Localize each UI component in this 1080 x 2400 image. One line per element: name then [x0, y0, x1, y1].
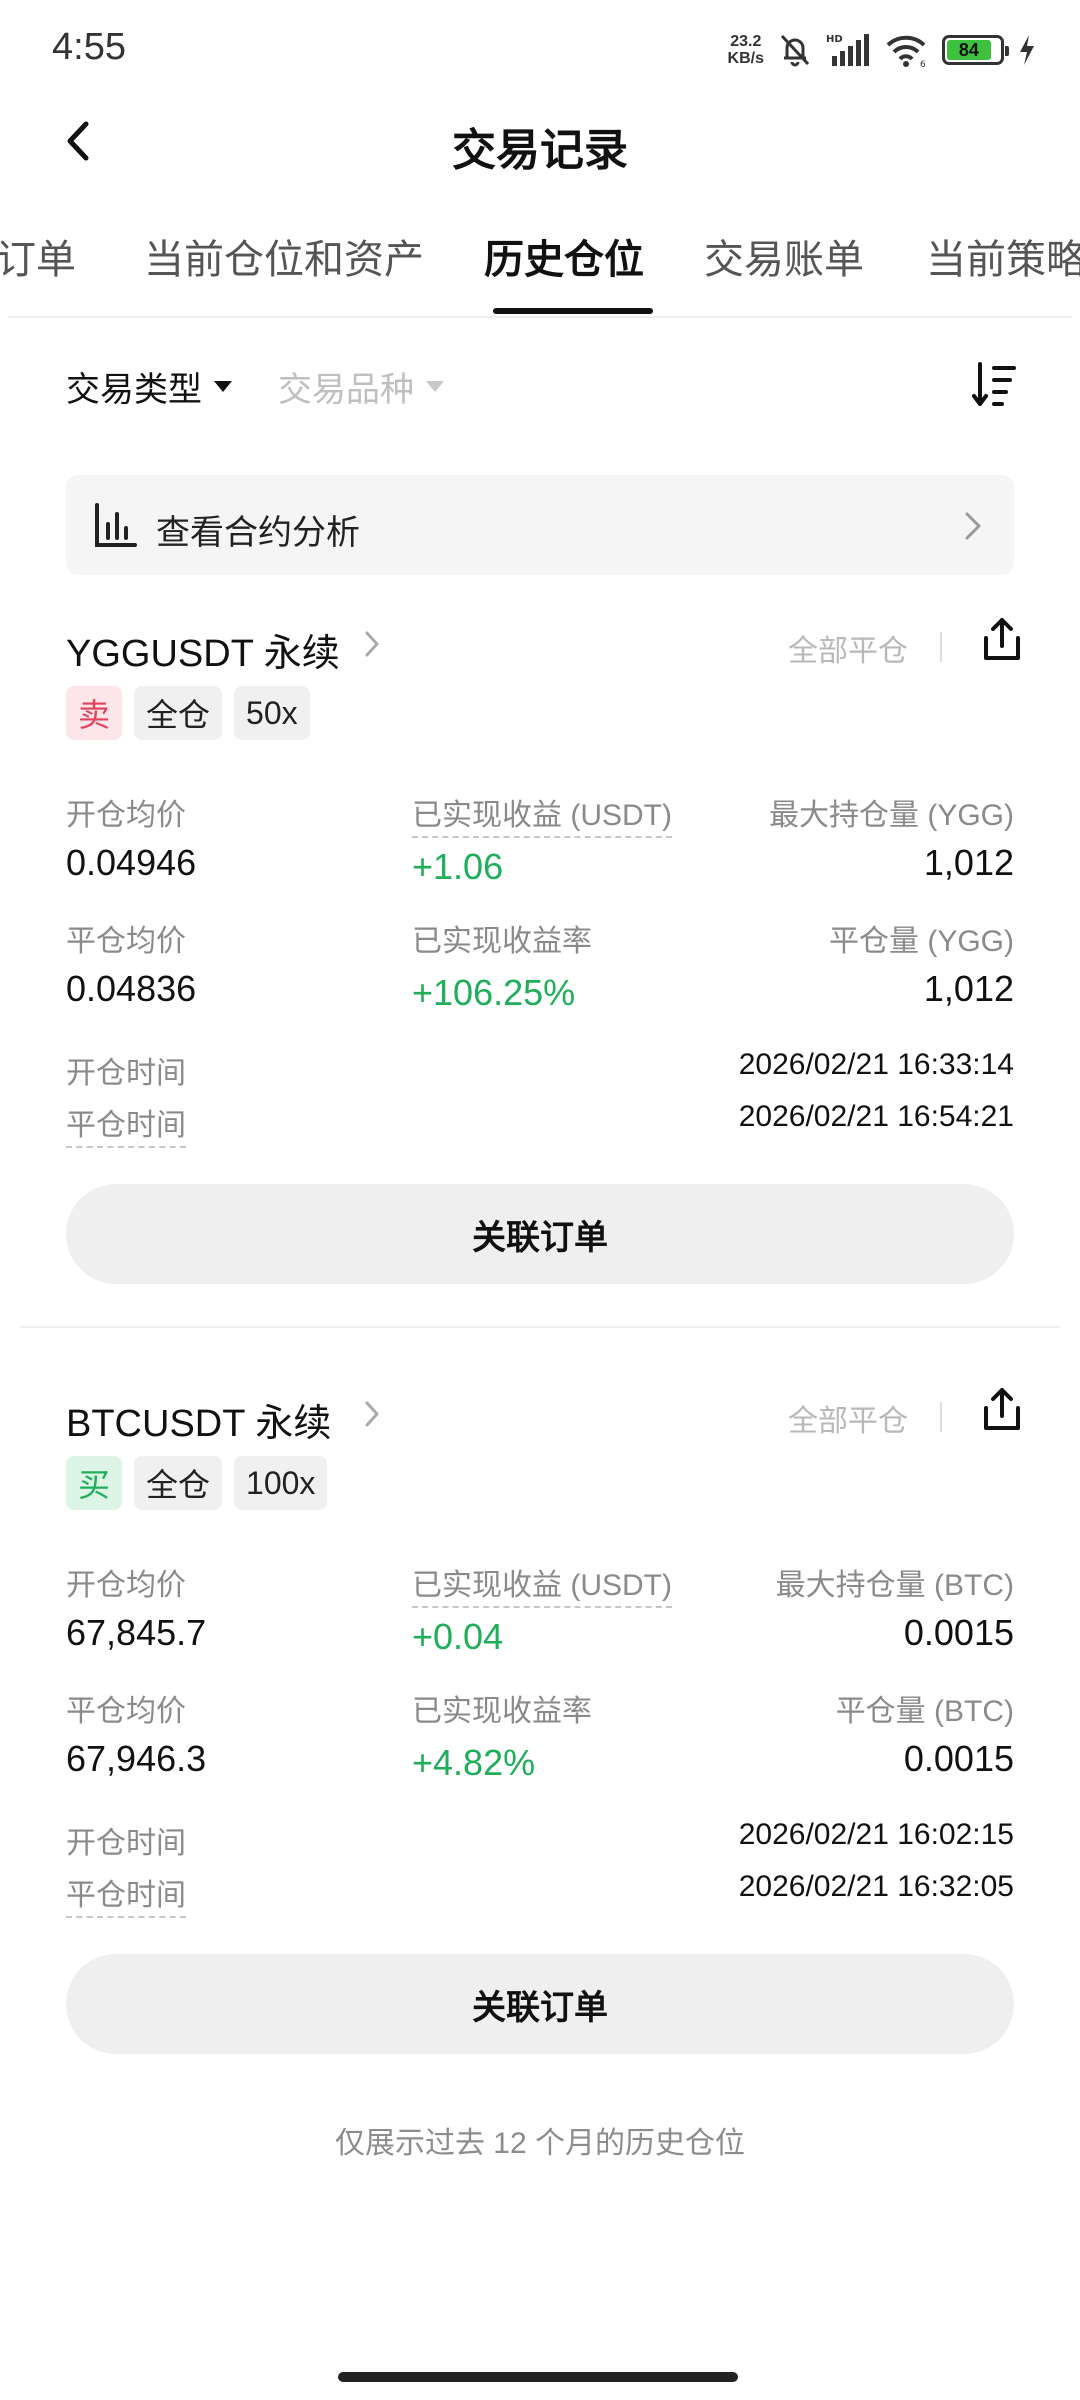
share-icon[interactable]: [982, 1386, 1022, 1432]
tab-bar: 订单 当前仓位和资产 历史仓位 交易账单 当前策略: [0, 215, 1080, 317]
chevron-right-icon: [965, 512, 981, 540]
open-avg-value: 67,845.7: [66, 1612, 207, 1653]
caret-down-icon: [214, 381, 232, 392]
position-symbol[interactable]: BTCUSDT 永续: [66, 1392, 331, 1447]
realized-pnl-label[interactable]: 已实现收益 (USDT): [412, 1560, 672, 1608]
open-time-label: 开仓时间: [66, 1827, 186, 1860]
home-indicator[interactable]: [338, 2372, 738, 2382]
open-avg-label: 开仓均价: [66, 799, 186, 832]
margin-mode-badge: 全仓: [134, 686, 223, 740]
trade-type-label: 交易类型: [66, 371, 202, 409]
close-qty-value: 1,012: [923, 968, 1014, 1009]
close-avg-label: 平仓均价: [66, 1695, 186, 1728]
leverage-badge: 50x: [234, 686, 310, 740]
close-time-label[interactable]: 平仓时间: [66, 1870, 186, 1918]
close-avg-value: 0.04836: [66, 968, 197, 1009]
status-time: 4:55: [52, 26, 126, 68]
close-avg-label: 平仓均价: [66, 925, 186, 958]
max-hold-label: 最大持仓量 (YGG): [769, 799, 1014, 832]
tab-history-positions[interactable]: 历史仓位: [484, 227, 644, 285]
close-qty-label: 平仓量 (BTC): [835, 1695, 1014, 1728]
trade-type-filter[interactable]: 交易类型: [66, 362, 232, 411]
tab-current-strategy[interactable]: 当前策略: [926, 227, 1080, 285]
side-badge: 买: [66, 1456, 123, 1510]
page-title: 交易记录: [452, 126, 628, 175]
svg-text:6: 6: [920, 60, 926, 68]
realized-pnl-label[interactable]: 已实现收益 (USDT): [412, 790, 672, 838]
history-footer-note: 仅展示过去 12 个月的历史仓位: [334, 2127, 746, 2160]
position-symbol[interactable]: YGGUSDT 永续: [66, 622, 340, 677]
charging-icon: [1020, 35, 1034, 65]
card-divider: [20, 1326, 1060, 1328]
close-time-value: 2026/02/21 16:32:05: [738, 1870, 1014, 1903]
chevron-right-icon[interactable]: [364, 1400, 380, 1428]
open-avg-value: 0.04946: [66, 842, 197, 883]
realized-pnl-value: +0.04: [412, 1616, 504, 1657]
close-avg-value: 67,946.3: [66, 1738, 207, 1779]
close-time-label[interactable]: 平仓时间: [66, 1100, 186, 1148]
related-orders-button[interactable]: 关联订单: [66, 1954, 1014, 2054]
close-qty-label: 平仓量 (YGG): [829, 925, 1014, 958]
contract-analysis-banner[interactable]: 查看合约分析: [66, 475, 1014, 575]
max-hold-label: 最大持仓量 (BTC): [775, 1569, 1014, 1602]
realized-rate-value: +106.25%: [412, 972, 576, 1013]
hd-signal-icon: HD: [826, 34, 869, 66]
bar-chart-icon: [95, 503, 137, 547]
realized-rate-value: +4.82%: [412, 1742, 536, 1783]
realized-rate-label: 已实现收益率: [412, 1695, 592, 1728]
position-tags: 买 全仓 100x: [66, 1456, 328, 1510]
battery-icon: 84: [942, 35, 1009, 65]
divider: [940, 1402, 942, 1432]
tab-positions-assets[interactable]: 当前仓位和资产: [144, 227, 424, 285]
filter-bar: 交易类型 交易品种: [0, 350, 1080, 420]
tab-trade-bills[interactable]: 交易账单: [704, 227, 864, 285]
tab-orders[interactable]: 订单: [0, 227, 76, 285]
open-avg-label: 开仓均价: [66, 1569, 186, 1602]
battery-level: 84: [947, 40, 991, 60]
share-icon[interactable]: [982, 616, 1022, 662]
leverage-badge: 100x: [234, 1456, 328, 1510]
tabs-divider: [8, 316, 1072, 318]
close-time-value: 2026/02/21 16:54:21: [738, 1100, 1014, 1133]
realized-pnl-value: +1.06: [412, 846, 504, 887]
svg-text:HD: HD: [826, 34, 843, 45]
wifi-icon: 6: [886, 35, 926, 68]
position-tags: 卖 全仓 50x: [66, 686, 310, 740]
chevron-right-icon[interactable]: [364, 630, 380, 658]
trade-symbol-label: 交易品种: [278, 371, 414, 409]
tab-indicator: [493, 308, 653, 314]
header: 交易记录: [0, 96, 1080, 186]
net-speed: 23.2 KB/s: [728, 33, 764, 67]
net-speed-unit: KB/s: [727, 50, 764, 67]
sort-icon[interactable]: [972, 360, 1018, 410]
trade-symbol-filter[interactable]: 交易品种: [278, 362, 444, 411]
open-time-value: 2026/02/21 16:02:15: [738, 1818, 1014, 1851]
close-all-button[interactable]: 全部平仓: [788, 626, 908, 670]
contract-analysis-label: 查看合约分析: [156, 514, 360, 552]
side-badge: 卖: [66, 686, 123, 740]
max-hold-value: 1,012: [923, 842, 1014, 883]
status-bar: 4:55 23.2 KB/s HD 6 84: [0, 0, 1080, 96]
divider: [940, 632, 942, 662]
open-time-label: 开仓时间: [66, 1057, 186, 1090]
close-all-button[interactable]: 全部平仓: [788, 1396, 908, 1440]
caret-down-icon: [426, 381, 444, 392]
open-time-value: 2026/02/21 16:33:14: [738, 1048, 1014, 1081]
close-qty-value: 0.0015: [903, 1738, 1014, 1779]
related-orders-button[interactable]: 关联订单: [66, 1184, 1014, 1284]
margin-mode-badge: 全仓: [134, 1456, 223, 1510]
net-speed-value: 23.2: [730, 33, 762, 50]
status-icons: 23.2 KB/s HD 6 84: [728, 28, 1036, 72]
max-hold-value: 0.0015: [903, 1612, 1014, 1653]
mute-bell-icon: [780, 34, 810, 67]
realized-rate-label: 已实现收益率: [412, 925, 592, 958]
